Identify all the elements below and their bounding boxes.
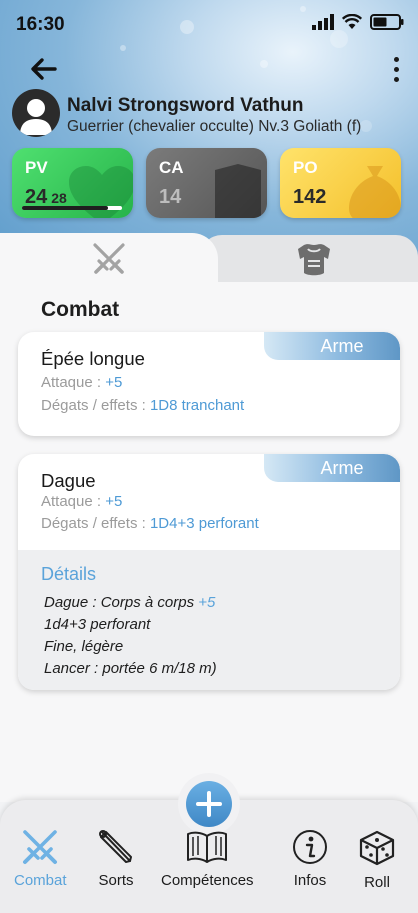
- character-header: 16:30 Nalvi Strongsword Vathun Guerrier …: [0, 0, 418, 260]
- weapon-details: Détails Dague : Corps à corps +5 1d4+3 p…: [18, 550, 400, 690]
- gold-card[interactable]: PO 142: [280, 148, 401, 218]
- crossed-swords-icon: [93, 243, 125, 274]
- nav-label: Roll: [364, 874, 390, 891]
- battery-icon: [370, 14, 404, 30]
- signal-icon: [312, 14, 334, 30]
- arrow-left-icon: [31, 58, 57, 80]
- section-title: Combat: [41, 298, 120, 321]
- hit-points-card[interactable]: PV 24 28: [12, 148, 133, 218]
- details-line-value: +5: [198, 594, 216, 611]
- attack-label: Attaque :: [41, 493, 106, 510]
- pv-max: 28: [51, 190, 67, 206]
- nav-label: Combat: [14, 872, 67, 889]
- weapon-attack: Attaque : +5: [41, 493, 122, 510]
- coin-bag-icon: [349, 166, 401, 218]
- nav-item-roll[interactable]: Roll: [357, 828, 397, 891]
- status-time: 16:30: [16, 14, 65, 35]
- character-name: Nalvi Strongsword Vathun: [67, 95, 304, 116]
- nav-item-competences[interactable]: Compétences: [161, 828, 254, 889]
- nav-item-infos[interactable]: Infos: [291, 828, 329, 889]
- armor-class-card[interactable]: CA 14: [146, 148, 267, 218]
- plus-icon: [196, 791, 222, 817]
- shield-icon: [215, 164, 261, 218]
- attack-value: +5: [105, 374, 123, 391]
- tab-armor[interactable]: [200, 235, 418, 283]
- wand-icon: [99, 830, 132, 863]
- nav-label: Infos: [293, 872, 327, 889]
- more-vertical-icon: [393, 56, 399, 62]
- damage-value: 1D4+3 perforant: [149, 515, 259, 532]
- character-class: Guerrier (chevalier occulte) Nv.3 Goliat…: [67, 118, 362, 135]
- weapon-type-tag: Arme: [264, 454, 400, 482]
- pv-current: 24: [25, 186, 48, 208]
- weapon-card-dague[interactable]: Arme Dague Attaque : +5 Dégats / effets …: [18, 454, 400, 690]
- armor-icon: [298, 244, 330, 276]
- tab-bar: [0, 233, 418, 285]
- user-silhouette-icon: [20, 99, 52, 135]
- info-icon: [293, 830, 327, 864]
- weapon-name: Épée longue: [41, 348, 145, 369]
- combat-panel: Combat Arme Épée longue Attaque : +5 Dég…: [0, 282, 418, 802]
- add-button[interactable]: [186, 781, 232, 827]
- attack-value: +5: [105, 493, 123, 510]
- ca-value: 14: [159, 186, 182, 208]
- details-line: Fine, légère: [44, 638, 124, 655]
- nav-item-combat[interactable]: Combat: [14, 828, 67, 889]
- hp-bar: [22, 206, 122, 210]
- weapon-card-epee[interactable]: Arme Épée longue Attaque : +5 Dégats / e…: [18, 332, 400, 436]
- weapon-damage: Dégats / effets : 1D4+3 perforant: [41, 515, 259, 532]
- details-line: Dague : Corps à corps +5: [44, 594, 215, 611]
- more-options-button[interactable]: [384, 52, 408, 86]
- back-button[interactable]: [26, 52, 60, 86]
- crossed-swords-icon: [23, 830, 58, 864]
- nav-item-sorts[interactable]: Sorts: [97, 828, 135, 889]
- nav-label: Compétences: [161, 872, 254, 889]
- tab-combat[interactable]: [0, 233, 218, 285]
- damage-value: 1D8 tranchant: [149, 397, 245, 414]
- attack-label: Attaque :: [41, 374, 106, 391]
- weapon-name: Dague: [41, 470, 96, 491]
- nav-label: Sorts: [98, 872, 134, 889]
- hp-bar-fill: [22, 206, 108, 210]
- ca-label: CA: [159, 158, 184, 177]
- po-value: 142: [293, 186, 327, 208]
- book-icon: [187, 831, 228, 863]
- weapon-attack: Attaque : +5: [41, 374, 122, 391]
- weapon-type-tag: Arme: [264, 332, 400, 360]
- po-label: PO: [293, 158, 318, 177]
- status-bar: 16:30: [0, 0, 418, 48]
- avatar[interactable]: [12, 89, 60, 137]
- details-title: Détails: [41, 564, 97, 584]
- weapon-damage: Dégats / effets : 1D8 tranchant: [41, 397, 244, 414]
- pv-label: PV: [25, 158, 48, 177]
- details-line: Lancer : portée 6 m/18 m): [44, 660, 217, 677]
- details-line-text: Dague : Corps à corps: [44, 594, 199, 611]
- details-line: 1d4+3 perforant: [44, 616, 151, 633]
- damage-label: Dégats / effets :: [41, 515, 150, 532]
- wifi-icon: [342, 14, 362, 29]
- dice-icon: [359, 830, 395, 866]
- damage-label: Dégats / effets :: [41, 397, 150, 414]
